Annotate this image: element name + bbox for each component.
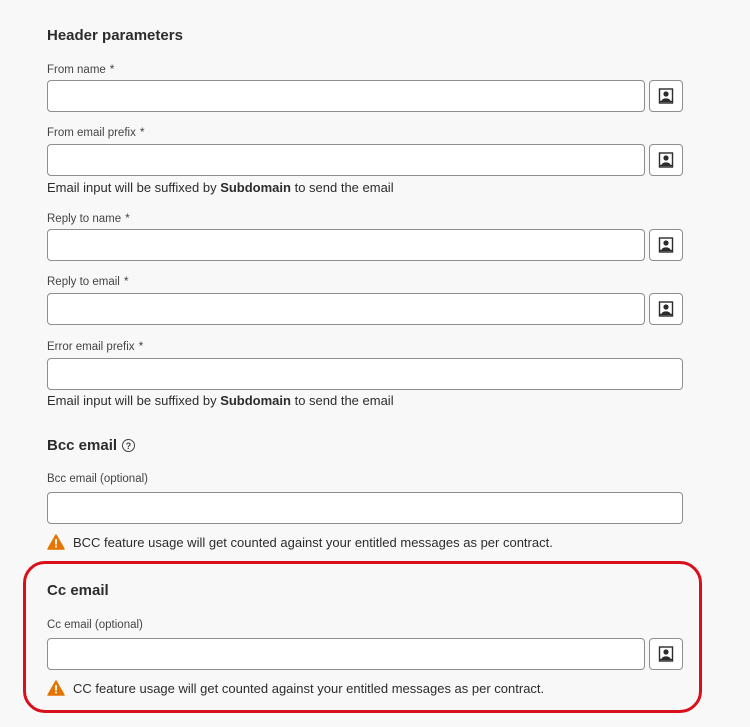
bcc-warning: BCC feature usage will get counted again… — [47, 534, 553, 550]
reply-to-name-personalization-button[interactable] — [649, 229, 683, 261]
from-email-prefix-personalization-button[interactable] — [649, 144, 683, 176]
required-indicator: * — [123, 274, 129, 288]
error-email-prefix-input[interactable] — [47, 358, 683, 390]
personalization-icon — [658, 237, 674, 253]
bcc-warning-text: BCC feature usage will get counted again… — [73, 534, 553, 550]
section-title-cc-email: Cc email — [47, 582, 109, 599]
reply-to-name-label: Reply to name * — [47, 211, 130, 225]
required-indicator: * — [109, 62, 115, 76]
from-name-label: From name * — [47, 62, 115, 76]
reply-to-email-personalization-button[interactable] — [649, 293, 683, 325]
section-title-header-parameters: Header parameters — [47, 27, 183, 44]
cc-email-input[interactable] — [47, 638, 645, 670]
reply-to-name-input[interactable] — [47, 229, 645, 261]
required-indicator: * — [139, 125, 145, 139]
cc-email-label: Cc email (optional) — [47, 619, 143, 631]
from-email-prefix-input[interactable] — [47, 144, 645, 176]
error-email-prefix-help: Email input will be suffixed by Subdomai… — [47, 393, 394, 408]
personalization-icon — [658, 152, 674, 168]
required-indicator: * — [125, 211, 130, 225]
personalization-icon — [658, 646, 674, 662]
reply-to-email-label: Reply to email * — [47, 274, 129, 288]
bcc-email-title: Bcc email — [47, 437, 118, 454]
error-email-prefix-label: Error email prefix * — [47, 339, 144, 353]
from-email-prefix-label: From email prefix * — [47, 125, 145, 139]
personalization-icon — [658, 301, 674, 317]
reply-to-email-input[interactable] — [47, 293, 645, 325]
cc-warning: CC feature usage will get counted agains… — [47, 680, 544, 696]
required-indicator: * — [138, 339, 144, 353]
from-name-input[interactable] — [47, 80, 645, 112]
from-email-prefix-help: Email input will be suffixed by Subdomai… — [47, 180, 394, 195]
header-parameters-title: Header parameters — [47, 27, 183, 44]
cc-email-personalization-button[interactable] — [649, 638, 683, 670]
cc-warning-text: CC feature usage will get counted agains… — [73, 680, 545, 696]
warning-icon — [47, 680, 65, 696]
warning-icon — [47, 534, 65, 550]
section-title-bcc-email: Bcc email ? — [47, 437, 136, 454]
help-icon[interactable]: ? — [122, 439, 136, 452]
personalization-icon — [658, 88, 674, 104]
cc-email-title: Cc email — [47, 582, 109, 599]
bcc-email-label: Bcc email (optional) — [47, 473, 148, 485]
bcc-email-input[interactable] — [47, 492, 683, 524]
from-name-personalization-button[interactable] — [649, 80, 683, 112]
